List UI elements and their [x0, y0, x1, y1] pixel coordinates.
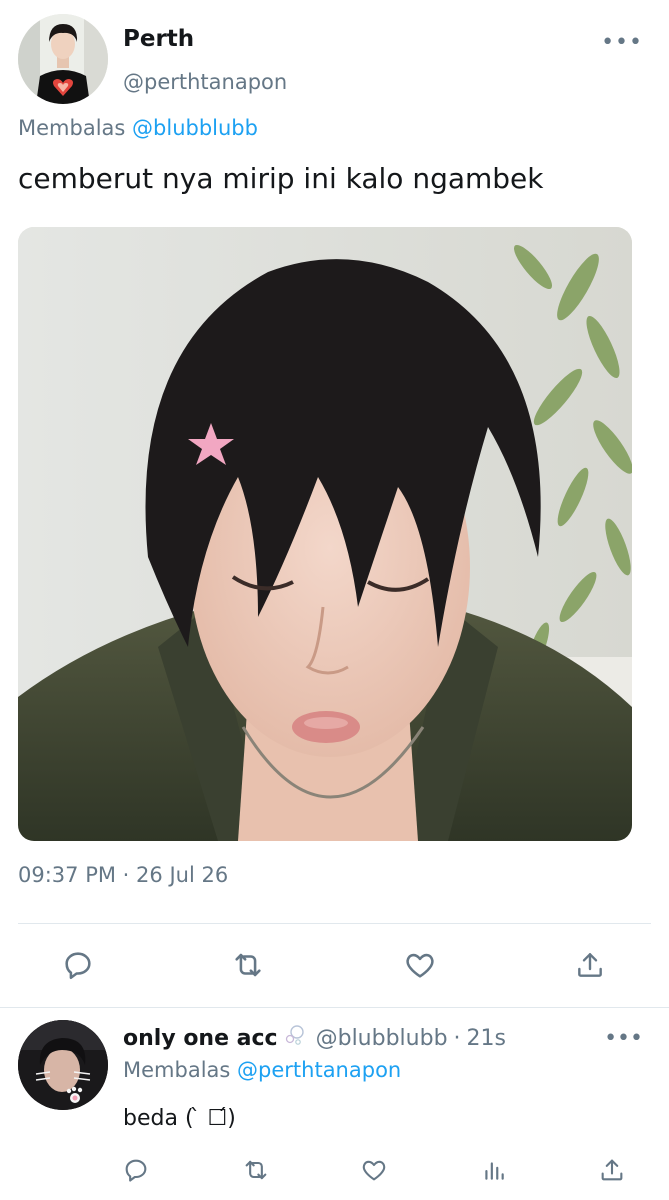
- like-button[interactable]: [352, 1148, 396, 1192]
- divider: [18, 923, 651, 924]
- replying-to-link[interactable]: @perthtanapon: [237, 1058, 401, 1082]
- replying-to: Membalas @blubblubb: [18, 116, 258, 140]
- reply-icon: [125, 1159, 147, 1182]
- reply-tweet: only one acc @blubblubb · 21s ••• Membal…: [0, 1008, 669, 1200]
- tweet-time: 09:37 PM: [18, 863, 116, 887]
- reply-button[interactable]: [114, 1148, 158, 1192]
- analytics-icon: [485, 1162, 504, 1180]
- tweet-photo[interactable]: [18, 227, 632, 841]
- author-handle[interactable]: @perthtanapon: [123, 70, 287, 94]
- header-separator: ·: [453, 1025, 461, 1051]
- author-handle[interactable]: @blubblubb: [316, 1026, 448, 1051]
- bubbles-icon: [284, 1024, 306, 1052]
- like-icon: [406, 953, 434, 978]
- main-tweet: Perth @perthtanapon ••• Membalas @blubbl…: [0, 0, 669, 1008]
- avatar[interactable]: [18, 1020, 108, 1110]
- share-icon: [578, 953, 602, 977]
- retweet-button[interactable]: [234, 1148, 278, 1192]
- timestamp-separator: ·: [122, 863, 130, 887]
- tweet-text: beda ( ̀ ☐́): [123, 1106, 236, 1131]
- share-button[interactable]: [590, 1148, 634, 1192]
- like-button[interactable]: [398, 943, 442, 987]
- replying-prefix: Membalas: [18, 116, 126, 140]
- like-icon: [362, 1160, 386, 1181]
- author-name[interactable]: Perth: [123, 26, 194, 52]
- analytics-button[interactable]: [472, 1148, 516, 1192]
- reply-header: only one acc @blubblubb · 21s: [123, 1024, 506, 1052]
- retweet-button[interactable]: [226, 943, 270, 987]
- more-options-button[interactable]: •••: [601, 30, 643, 55]
- share-button[interactable]: [568, 943, 612, 987]
- author-name[interactable]: only one acc: [123, 1026, 278, 1051]
- tweet-actions: [0, 1148, 669, 1192]
- more-options-button[interactable]: •••: [604, 1026, 643, 1051]
- tweet-date: 26 Jul 26: [136, 863, 229, 887]
- retweet-icon: [235, 953, 261, 977]
- tweet-text: cemberut nya mirip ini kalo ngambek: [18, 162, 544, 195]
- avatar[interactable]: [18, 14, 108, 104]
- retweet-icon: [245, 1160, 267, 1180]
- tweet-timestamp[interactable]: 09:37 PM · 26 Jul 26: [18, 863, 228, 887]
- replying-prefix: Membalas: [123, 1058, 231, 1082]
- replying-to: Membalas @perthtanapon: [123, 1058, 401, 1082]
- time-ago[interactable]: 21s: [467, 1026, 506, 1051]
- share-icon: [601, 1159, 623, 1181]
- tweet-actions: [0, 940, 669, 990]
- replying-to-link[interactable]: @blubblubb: [132, 116, 258, 140]
- reply-button[interactable]: [56, 943, 100, 987]
- reply-icon: [65, 952, 91, 980]
